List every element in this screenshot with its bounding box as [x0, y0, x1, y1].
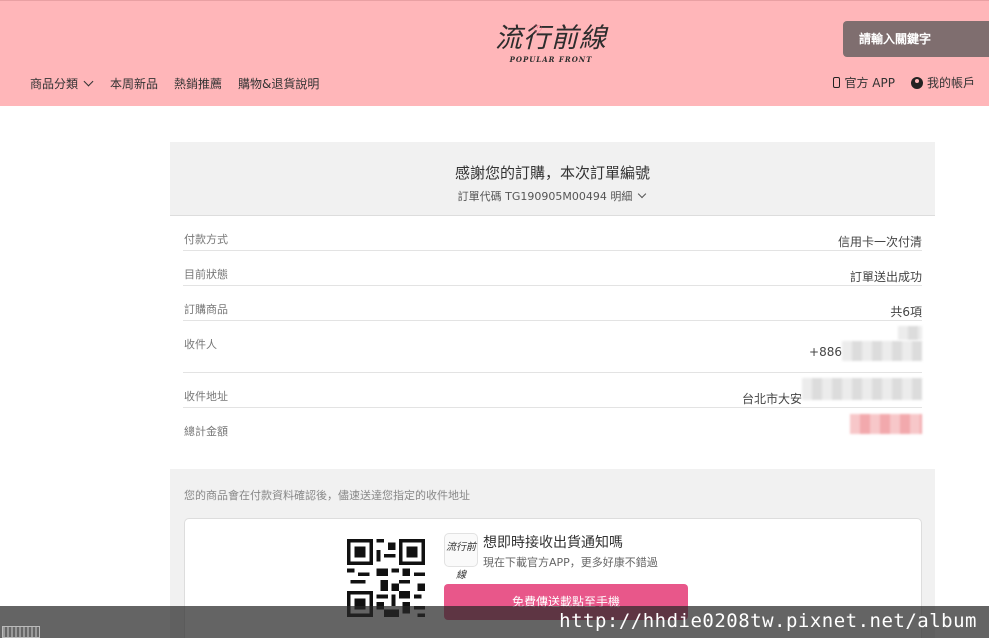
order-summary-card: 感謝您的訂購，本次訂單編號 訂單代碼 TG190905M00494 明細 付款方…	[170, 142, 935, 438]
row-label: 總計金額	[184, 425, 228, 438]
logo-main-text: 流行前線	[495, 23, 607, 54]
nav-item-label: 購物&退貨說明	[238, 77, 320, 91]
row-value: 訂單送出成功	[849, 270, 922, 284]
row-value: 信用卡一次付清	[837, 235, 922, 249]
nav-item-label: 商品分類	[30, 77, 79, 91]
my-account-label: 我的帳戶	[926, 76, 975, 90]
row-value: 共6項	[890, 305, 922, 319]
recipient-row: 收件人 +886	[183, 321, 922, 373]
nav-item-label: 熱銷推薦	[174, 77, 223, 91]
items-count-row: 訂購商品 共6項	[183, 286, 922, 321]
chevron-down-icon	[638, 189, 647, 199]
heart-icon: ♡	[532, 23, 543, 37]
redacted-block	[850, 414, 922, 434]
phone-icon	[833, 77, 841, 88]
order-thanks-title: 感謝您的訂購，本次訂單編號	[454, 164, 650, 182]
order-code-text: 訂單代碼 TG190905M00494 明細	[457, 190, 633, 203]
order-summary-header: 感謝您的訂購，本次訂單編號 訂單代碼 TG190905M00494 明細	[170, 142, 935, 216]
watermark-url: http://hhdie0208tw.pixnet.net/album	[559, 610, 977, 632]
my-account-link[interactable]: 我的帳戶	[910, 74, 975, 91]
order-detail-toggle[interactable]: 訂單代碼 TG190905M00494 明細	[170, 188, 935, 204]
redacted-block	[802, 378, 922, 400]
row-label: 收件人	[184, 338, 217, 351]
row-label: 收件地址	[184, 390, 228, 403]
chevron-down-icon	[83, 76, 94, 87]
nav-item-best-sellers[interactable]: 熱銷推薦	[174, 75, 222, 92]
order-detail-rows: 付款方式 信用卡一次付清 目前狀態 訂單送出成功 訂購商品 共6項 收件人 +8…	[170, 216, 935, 438]
row-value: 台北市大安	[741, 392, 802, 406]
nav-item-shopping-guide[interactable]: 購物&退貨說明	[238, 75, 319, 92]
app-promo-title: 想即時接收出貨通知嗎	[483, 535, 623, 551]
site-logo[interactable]: ♡ 流行前線 POPULAR FRONT	[492, 23, 610, 73]
total-amount-row: 總計金額	[183, 408, 922, 438]
app-logo-icon: 流行前線	[444, 533, 478, 581]
order-status-row: 目前狀態 訂單送出成功	[183, 251, 922, 286]
row-label: 付款方式	[184, 233, 228, 246]
official-app-label: 官方 APP	[844, 76, 895, 90]
payment-method-row: 付款方式 信用卡一次付清	[183, 216, 922, 251]
address-row: 收件地址 台北市大安	[183, 373, 922, 408]
app-promo-desc: 現在下載官方APP，更多好康不錯過	[483, 556, 658, 569]
official-app-link[interactable]: 官方 APP	[833, 74, 895, 91]
logo-sub-text: POPULAR FRONT	[509, 55, 593, 64]
recipient-phone: +886	[809, 345, 842, 359]
redacted-block	[842, 341, 922, 361]
watermark-logo-icon	[2, 626, 40, 638]
search-input[interactable]: 請輸入關鍵字	[843, 21, 989, 57]
watermark-bar: http://hhdie0208tw.pixnet.net/album	[0, 606, 989, 638]
header-right-links: 官方 APP 我的帳戶	[833, 74, 975, 91]
nav-item-new-arrivals[interactable]: 本周新品	[110, 75, 158, 92]
row-label: 訂購商品	[184, 303, 228, 316]
user-icon	[910, 76, 923, 89]
main-nav: 商品分類 本周新品 熱銷推薦 購物&退貨說明	[30, 75, 319, 92]
row-label: 目前狀態	[184, 268, 228, 281]
redacted-block	[898, 326, 922, 340]
nav-item-label: 本周新品	[110, 77, 159, 91]
site-header: ♡ 流行前線 POPULAR FRONT 請輸入關鍵字 商品分類 本周新品 熱銷…	[0, 0, 989, 106]
shipping-notice-text: 您的商品會在付款資料確認後，儘速送達您指定的收件地址	[184, 489, 470, 502]
nav-item-categories[interactable]: 商品分類	[30, 75, 94, 92]
